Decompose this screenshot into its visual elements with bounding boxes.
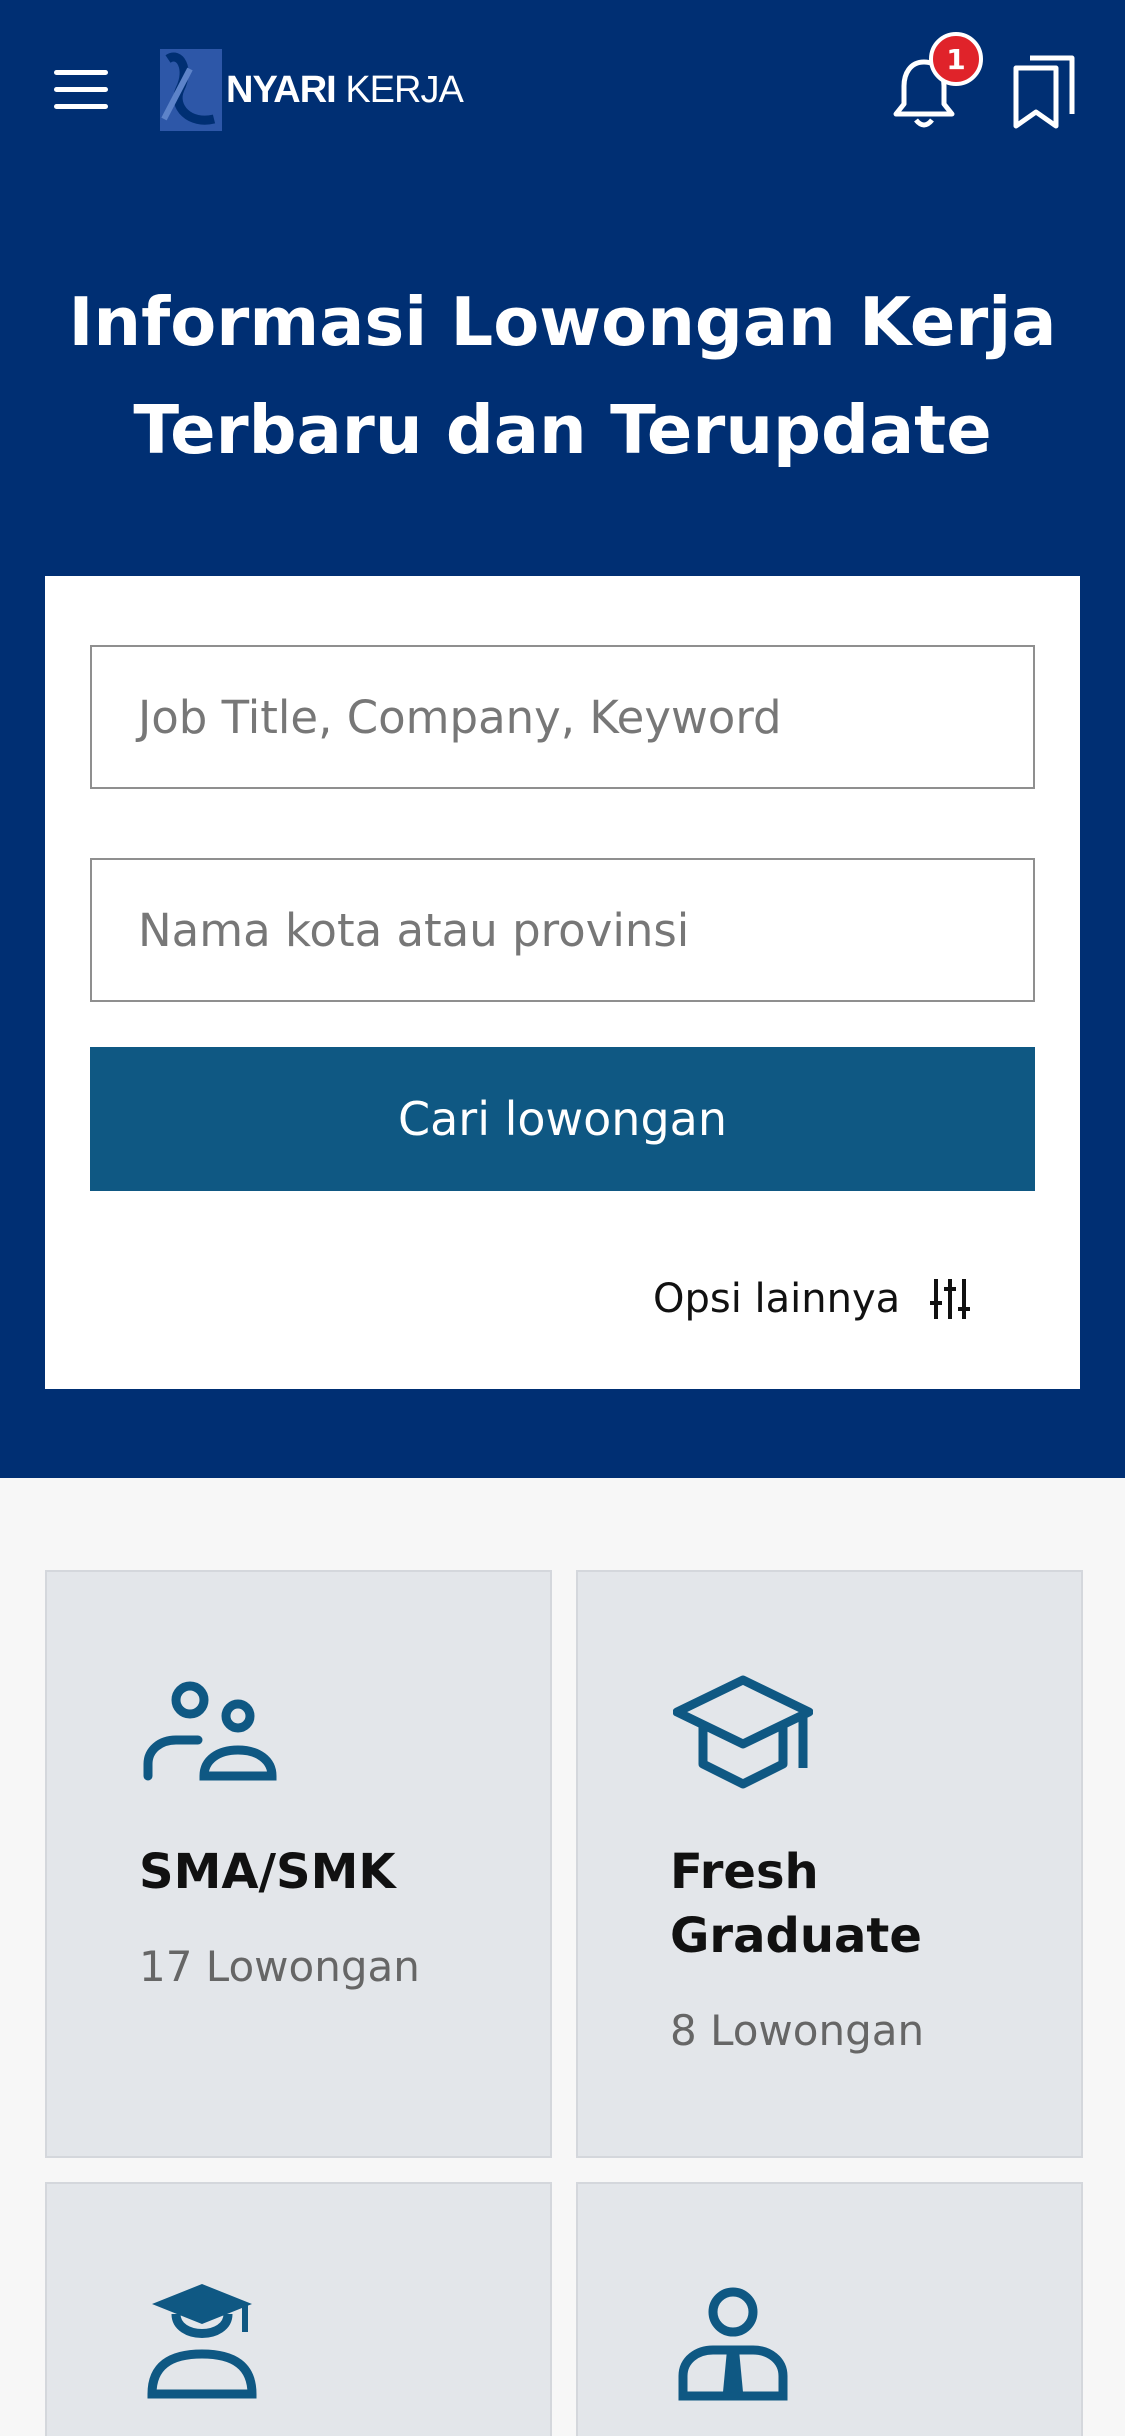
top-navigation-bar: NYARI KERJA 1 (0, 0, 1125, 180)
search-jobs-button[interactable]: Cari lowongan (90, 1047, 1035, 1191)
keyword-search-input[interactable]: Job Title, Company, Keyword (90, 645, 1035, 789)
category-card-sma-smk[interactable]: SMA/SMK 17 Lowongan (45, 1570, 552, 2158)
location-search-input[interactable]: Nama kota atau provinsi (90, 858, 1035, 1002)
category-card-professional[interactable] (576, 2182, 1083, 2436)
menu-line (54, 104, 108, 109)
category-title: Fresh Graduate (670, 1844, 922, 1964)
category-card-fresh-graduate[interactable]: Fresh Graduate 8 Lowongan (576, 1570, 1083, 2158)
bookmarks-icon (1013, 55, 1075, 129)
notification-count-badge: 1 (929, 32, 983, 86)
category-job-count: 17 Lowongan (139, 1942, 420, 1991)
employee-icon (678, 2287, 788, 2401)
student-icon (147, 2284, 257, 2399)
logo-mark-icon (160, 49, 222, 131)
more-options-label: Opsi lainnya (653, 1276, 901, 1322)
menu-line (54, 87, 108, 92)
filter-sliders-icon (930, 1279, 971, 1319)
menu-line (54, 70, 108, 75)
job-search-card: Job Title, Company, Keyword Nama kota at… (45, 576, 1080, 1389)
category-card-student[interactable] (45, 2182, 552, 2436)
saved-jobs-button[interactable] (1012, 54, 1078, 130)
page-headline: Informasi Lowongan Kerja Terbaru dan Ter… (68, 283, 1057, 469)
users-icon (143, 1681, 277, 1781)
nyari-kerja-logo[interactable]: NYARI KERJA (160, 48, 464, 132)
more-options-button[interactable]: Opsi lainnya (653, 1266, 972, 1332)
graduation-cap-icon (673, 1675, 813, 1789)
category-title: SMA/SMK (139, 1844, 396, 1900)
hamburger-menu-button[interactable] (50, 66, 112, 114)
logo-text: NYARI KERJA (226, 68, 464, 111)
category-job-count: 8 Lowongan (670, 2006, 925, 2055)
